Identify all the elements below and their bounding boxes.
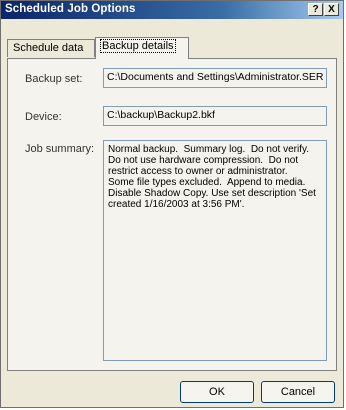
tab-label: Backup details — [100, 39, 176, 53]
device-label: Device: — [25, 111, 62, 123]
tab-schedule-data[interactable]: Schedule data — [7, 39, 95, 57]
cancel-button[interactable]: Cancel — [261, 381, 335, 403]
backup-set-field[interactable]: C:\Documents and Settings\Administrator.… — [103, 68, 327, 88]
tab-panel: Backup set: C:\Documents and Settings\Ad… — [7, 58, 337, 371]
backup-set-label: Backup set: — [25, 73, 83, 85]
tab-label: Schedule data — [13, 42, 84, 54]
ok-button[interactable]: OK — [180, 381, 254, 403]
title-bar[interactable]: Scheduled Job Options ? X — [1, 1, 343, 19]
job-summary-box[interactable]: Normal backup. Summary log. Do not verif… — [103, 140, 327, 361]
window-title: Scheduled Job Options — [5, 3, 136, 15]
close-button[interactable]: X — [324, 3, 339, 16]
help-button[interactable]: ? — [308, 3, 323, 16]
device-field[interactable]: C:\backup\Backup2.bkf — [103, 106, 327, 126]
dialog-window: Scheduled Job Options ? X Schedule data … — [0, 0, 344, 408]
job-summary-label: Job summary: — [25, 143, 95, 155]
tab-backup-details[interactable]: Backup details — [95, 37, 189, 59]
